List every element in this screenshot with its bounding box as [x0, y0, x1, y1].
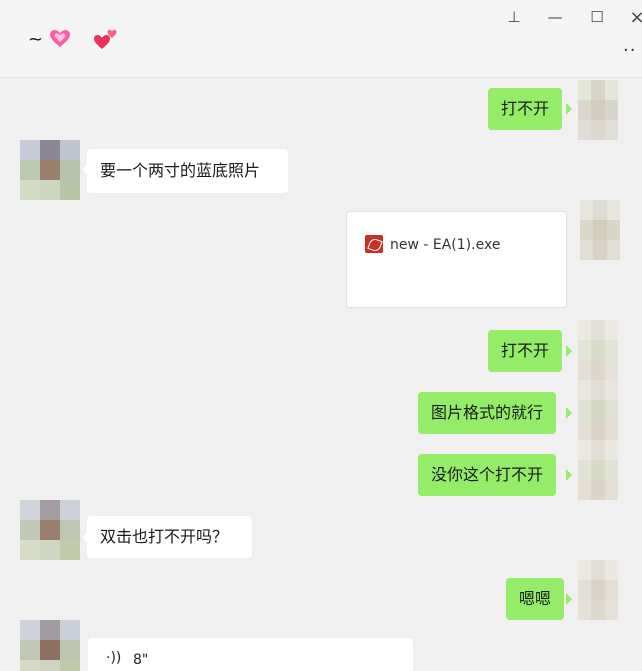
contact-avatar[interactable]	[20, 140, 80, 200]
sent-message-bubble[interactable]: 打不开	[488, 88, 563, 130]
bubble-tail	[566, 469, 572, 481]
minimize-button[interactable]: —	[544, 6, 566, 28]
close-button[interactable]: ×	[626, 6, 642, 28]
sent-message-bubble[interactable]: 没你这个打不开	[418, 454, 557, 496]
pdf-file-icon	[365, 235, 383, 253]
received-message-bubble[interactable]: 要一个两寸的蓝底照片	[87, 149, 288, 193]
sent-message-bubble[interactable]: 嗯嗯	[506, 578, 565, 620]
chat-title: ~	[28, 27, 119, 51]
chat-header: ~ ⊥ — ☐ × ··	[0, 0, 642, 78]
contact-avatar[interactable]	[20, 620, 80, 671]
voice-wave-icon: ·))	[106, 650, 122, 666]
bubble-tail	[566, 345, 572, 357]
my-avatar[interactable]	[578, 80, 618, 140]
two-hearts-icon	[94, 29, 117, 49]
voice-message-bubble[interactable]: ·)) 8"	[88, 638, 413, 671]
pin-button[interactable]: ⊥	[503, 6, 525, 28]
sparkling-heart-icon	[50, 30, 71, 47]
bubble-tail	[566, 593, 572, 605]
my-avatar[interactable]	[580, 200, 620, 260]
maximize-button[interactable]: ☐	[586, 6, 608, 28]
my-avatar[interactable]	[578, 560, 618, 620]
contact-avatar[interactable]	[20, 500, 80, 560]
file-name: new - EA(1).exe	[390, 237, 501, 253]
file-message-card[interactable]: new - EA(1).exe	[346, 211, 567, 308]
received-message-bubble[interactable]: 双击也打不开吗？	[87, 516, 252, 558]
bubble-tail	[566, 103, 572, 115]
my-avatar[interactable]	[578, 320, 618, 380]
bubble-tail	[566, 407, 572, 419]
my-avatar[interactable]	[578, 380, 618, 440]
my-avatar[interactable]	[578, 440, 618, 500]
sent-message-bubble[interactable]: 打不开	[488, 330, 563, 372]
voice-duration: 8"	[133, 652, 149, 668]
more-options-button[interactable]: ··	[623, 40, 636, 61]
chat-title-prefix: ~	[28, 28, 44, 50]
sent-message-bubble[interactable]: 图片格式的就行	[418, 392, 557, 434]
